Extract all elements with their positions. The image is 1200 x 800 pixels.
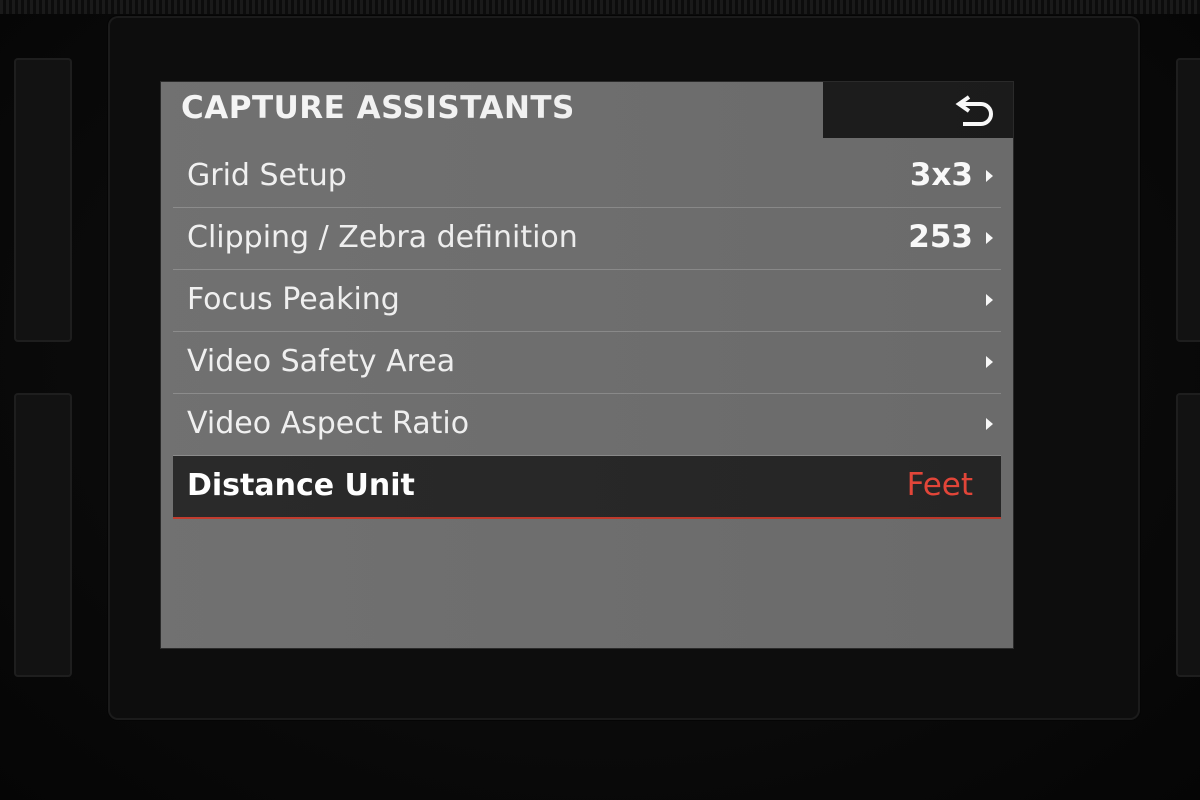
body-texture [0,0,1200,14]
menu-item-focus-peaking[interactable]: Focus Peaking [173,270,1001,332]
menu-item-value: Feet [906,467,973,503]
chevron-right-icon [986,170,993,182]
menu-header: CAPTURE ASSISTANTS [161,82,1013,138]
menu-item-video-aspect-ratio[interactable]: Video Aspect Ratio [173,394,1001,456]
back-button[interactable] [823,82,1013,138]
menu-item-label: Distance Unit [187,468,415,503]
menu-item-label: Video Aspect Ratio [187,406,470,441]
chevron-right-icon [986,356,993,368]
menu-item-value: 253 [908,219,973,255]
menu-item-video-safety-area[interactable]: Video Safety Area [173,332,1001,394]
menu-item-grid-setup[interactable]: Grid Setup 3x3 [173,146,1001,208]
menu-item-label: Clipping / Zebra definition [187,220,578,255]
chevron-right-icon [986,418,993,430]
camera-body: CAPTURE ASSISTANTS Grid Setup 3x3 Clippi… [0,0,1200,800]
menu-item-value: 3x3 [909,157,973,193]
back-arrow-icon [955,95,993,126]
menu-list: Grid Setup 3x3 Clipping / Zebra definiti… [173,146,1001,519]
left-bottom-hardware-button[interactable] [14,393,72,677]
camera-lcd-screen: CAPTURE ASSISTANTS Grid Setup 3x3 Clippi… [161,82,1013,648]
right-bottom-hardware-button[interactable] [1176,393,1200,677]
left-top-hardware-button[interactable] [14,58,72,342]
right-top-hardware-button[interactable] [1176,58,1200,342]
menu-item-clipping-zebra[interactable]: Clipping / Zebra definition 253 [173,208,1001,270]
menu-item-distance-unit[interactable]: Distance Unit Feet [173,456,1001,519]
menu-item-label: Focus Peaking [187,282,400,317]
chevron-right-icon [986,294,993,306]
menu-item-label: Grid Setup [187,158,347,193]
chevron-right-icon [986,232,993,244]
menu-item-label: Video Safety Area [187,344,456,379]
page-title: CAPTURE ASSISTANTS [181,90,575,126]
